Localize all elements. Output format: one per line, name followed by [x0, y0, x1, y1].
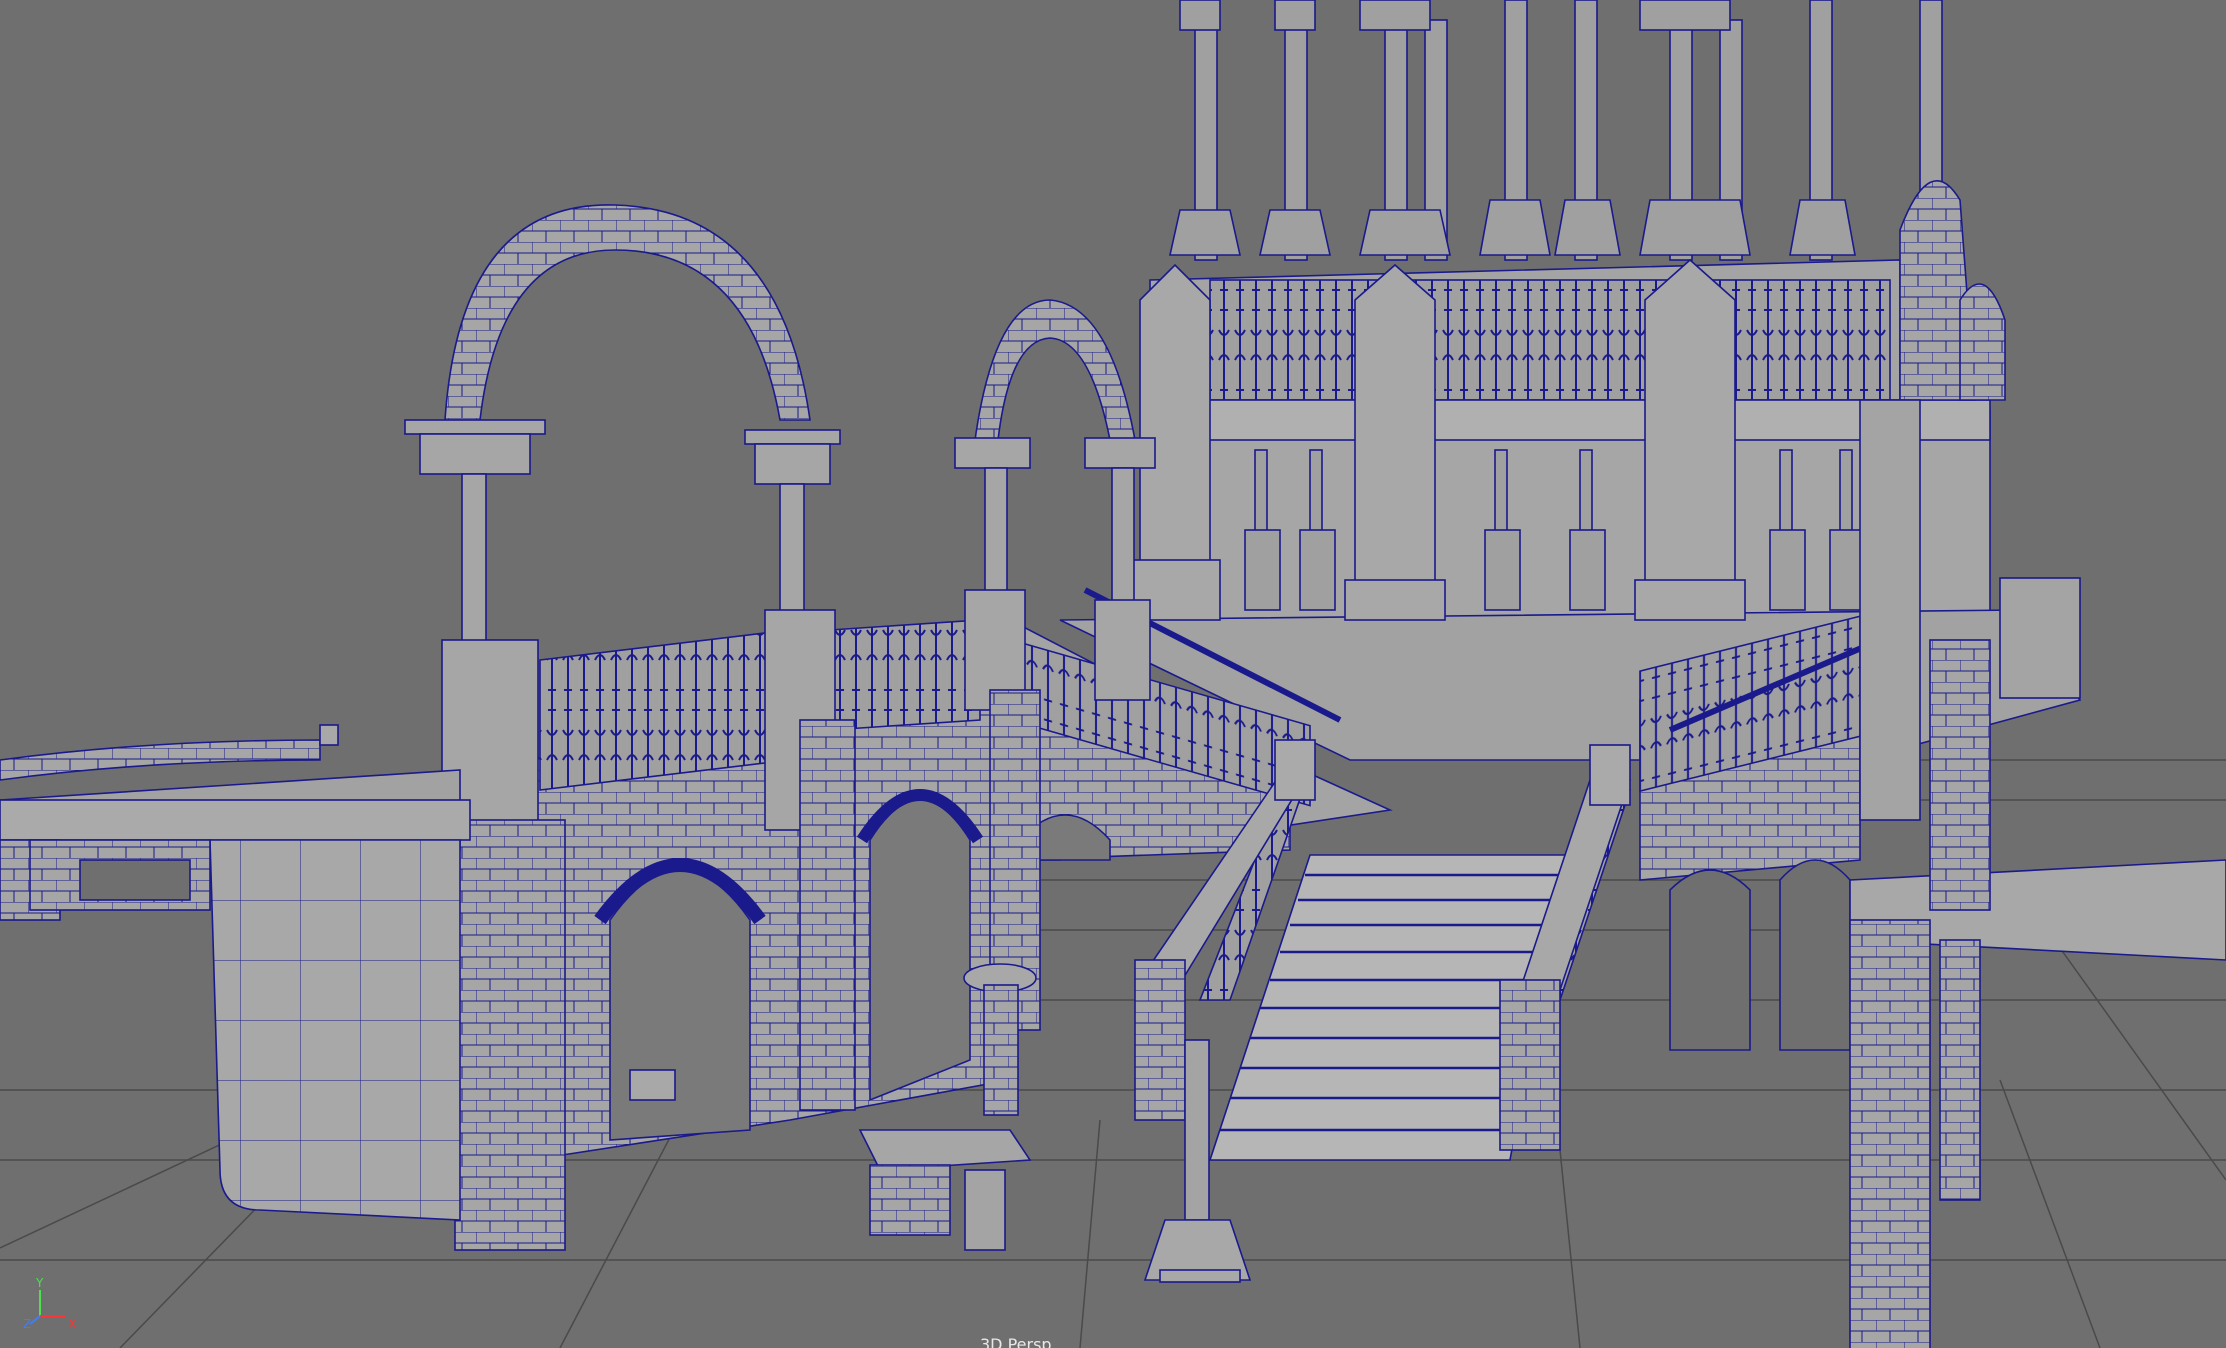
upper-balcony: [1059, 0, 2082, 761]
3d-viewport[interactable]: Y Z X 3D Persp: [0, 0, 2226, 1348]
axis-gizmo: Y Z X: [23, 1276, 76, 1330]
camera-label: 3D Persp: [980, 1338, 1052, 1348]
z-axis-label: Z: [23, 1317, 31, 1330]
left-block: [0, 724, 471, 1221]
z-axis-line: [29, 1315, 41, 1325]
right-foreground: [1849, 399, 2226, 1348]
y-axis-label: Y: [35, 1276, 44, 1290]
scene-wireframe[interactable]: [0, 0, 2226, 1348]
x-axis-label: X: [68, 1317, 76, 1330]
